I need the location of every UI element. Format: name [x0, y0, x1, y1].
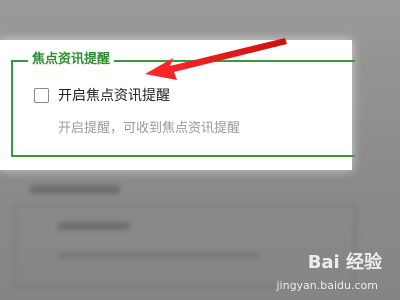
section-legend: 焦点资讯提醒	[28, 51, 115, 69]
watermark-url: jingyan.baidu.com	[276, 279, 378, 292]
enable-alert-label[interactable]: 开启焦点资讯提醒	[58, 87, 170, 105]
blurred-hint-text	[58, 252, 258, 259]
enable-alert-checkbox[interactable]	[34, 88, 49, 103]
highlight-panel: 焦点资讯提醒 开启焦点资讯提醒 开启提醒，可收到焦点资讯提醒	[0, 40, 355, 170]
section-fieldset	[11, 60, 355, 157]
blurred-section-box	[14, 205, 356, 287]
watermark-logo: Bai 经验	[307, 252, 382, 273]
blurred-section-heading	[30, 185, 120, 194]
enable-alert-hint: 开启提醒，可收到焦点资讯提醒	[58, 121, 241, 136]
blurred-option-text	[58, 222, 130, 230]
